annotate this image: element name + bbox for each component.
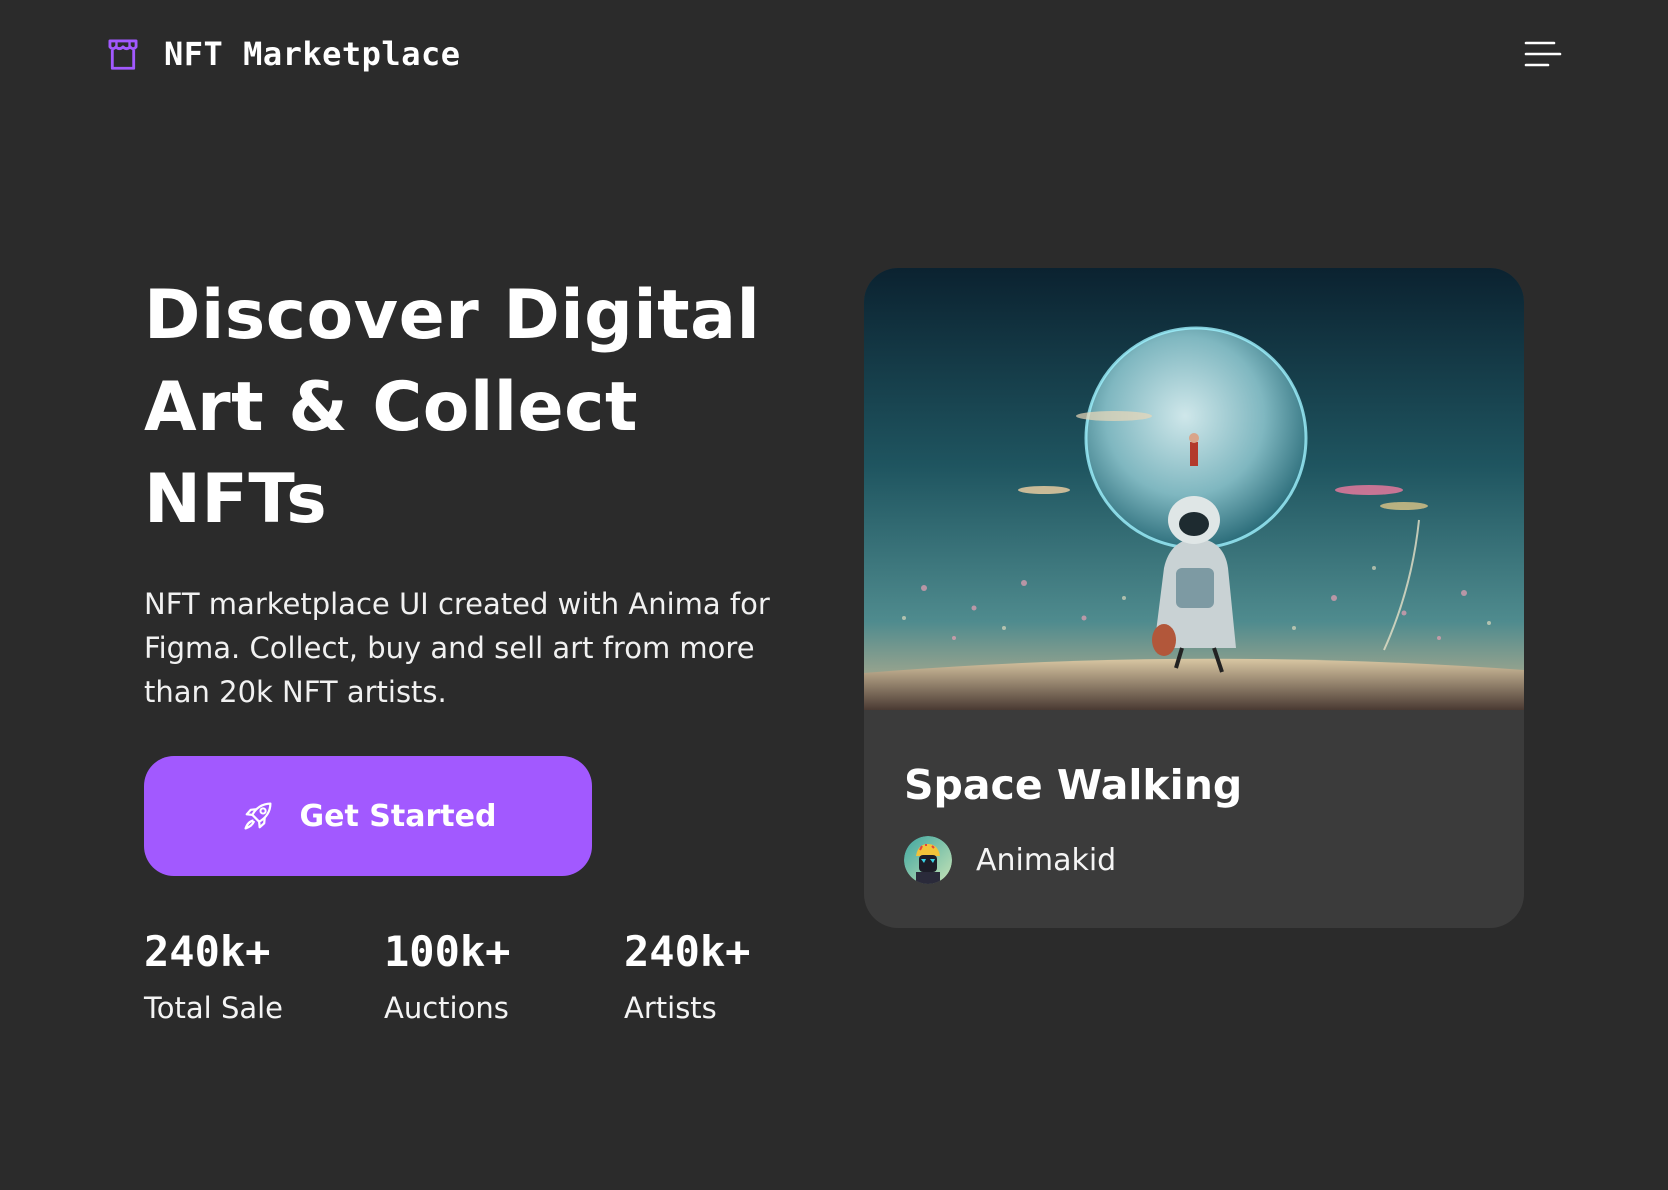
stat-total-sale: 240k+ Total Sale (144, 926, 384, 1030)
stat-label: Artists (624, 991, 717, 1025)
nft-artwork-image[interactable] (864, 268, 1524, 710)
hamburger-menu-icon[interactable] (1524, 39, 1562, 69)
stat-label: Auctions (384, 991, 509, 1025)
stat-value: 240k+ (144, 927, 271, 976)
artist-avatar (904, 836, 952, 884)
hero-description: NFT marketplace UI created with Anima fo… (144, 587, 770, 709)
hero-title: Discover Digital Art & Collect NFTs (144, 276, 761, 539)
stat-value: 100k+ (384, 927, 511, 976)
stat-value: 240k+ (624, 927, 751, 976)
get-started-button[interactable]: Get Started (144, 756, 592, 876)
featured-nft-card[interactable]: Space Walking Animakid (864, 268, 1524, 928)
stat-auctions: 100k+ Auctions (384, 926, 624, 1030)
rocket-icon (244, 802, 272, 830)
stat-label: Total Sale (144, 991, 284, 1025)
stats-row: 240k+ Total Sale 100k+ Auctions 240k+ Ar… (144, 926, 864, 1030)
get-started-label: Get Started (299, 798, 497, 834)
brand-name: NFT Marketplace (164, 35, 461, 73)
artist-name: Animakid (976, 842, 1117, 878)
storefront-icon (108, 39, 138, 70)
artist-info[interactable]: Animakid (904, 836, 1116, 884)
brand-logo-link[interactable]: NFT Marketplace (104, 35, 460, 73)
stat-artists: 240k+ Artists (624, 926, 864, 1030)
nft-title: Space Walking (904, 761, 1243, 809)
top-nav: NFT Marketplace (104, 34, 1564, 74)
page: NFT Marketplace Discover Digital Art & C… (0, 0, 1668, 1190)
